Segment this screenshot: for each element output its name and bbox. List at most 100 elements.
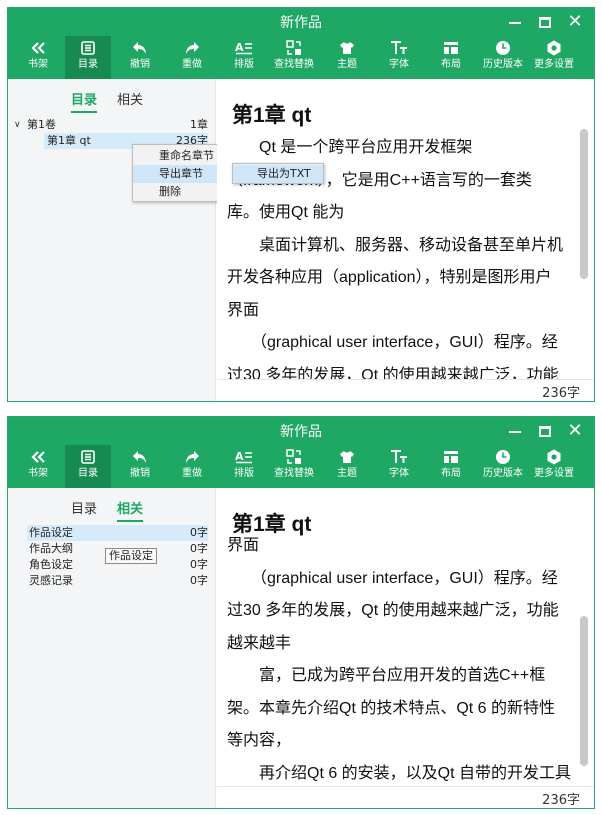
toolbar-typeset-button[interactable]: A 排版 bbox=[221, 36, 267, 79]
toolbar-find-replace-button[interactable]: 查找替换 bbox=[269, 36, 319, 79]
toolbar-undo-label: 撤销 bbox=[130, 59, 150, 70]
layout-icon bbox=[428, 36, 474, 58]
related-item[interactable]: 作品设定 0字 bbox=[27, 525, 208, 541]
tab-toc[interactable]: 目录 bbox=[71, 91, 98, 113]
minimize-icon bbox=[509, 430, 521, 433]
toolbar-undo-button[interactable]: 撤销 bbox=[117, 36, 163, 79]
toolbar-find-replace-label: 查找替换 bbox=[274, 59, 314, 70]
word-count: 236字 bbox=[542, 386, 580, 401]
chapter-title: 第1章 qt bbox=[232, 104, 312, 127]
tab-related[interactable]: 相关 bbox=[117, 91, 143, 113]
editor-scrollbar[interactable] bbox=[580, 129, 588, 279]
volume-count: 1章 bbox=[190, 118, 208, 131]
text-line: 开发各种应用（application），特别是图形用户 bbox=[227, 269, 552, 286]
toolbar-font-button[interactable]: 字体 bbox=[376, 445, 422, 488]
text-line: 界面 bbox=[227, 301, 260, 319]
editor-window-toc: 新作品 ✕ 书架 目录 撤销 重做 A 排版 查找替换 主题 字体 布局 历史版本 更多设置 目录 相… bbox=[7, 7, 595, 402]
toolbar-toc-button[interactable]: 目录 bbox=[65, 36, 111, 79]
toolbar-redo-button[interactable]: 重做 bbox=[169, 36, 215, 79]
redo-icon bbox=[169, 36, 215, 58]
tab-related[interactable]: 相关 bbox=[117, 500, 144, 522]
tree-volume[interactable]: ∨ 第1卷 1章 bbox=[8, 117, 208, 133]
close-icon: ✕ bbox=[567, 420, 583, 441]
minimize-button[interactable] bbox=[502, 10, 528, 34]
editor-pane[interactable]: 第1章 qt 界面 （graphical user interface，GUI）… bbox=[217, 488, 594, 808]
gear-icon bbox=[529, 36, 579, 58]
related-item-label: 角色设定 bbox=[29, 558, 73, 571]
sidebar: 目录 相关 ∨ 第1卷 1章 第1章 qt 236字 重命名章节 导出章节▶ 删… bbox=[8, 79, 324, 401]
svg-text:A: A bbox=[235, 41, 244, 54]
toolbar-toc-button[interactable]: 目录 bbox=[65, 445, 111, 488]
text-line: 越来越丰 bbox=[227, 634, 292, 652]
shirt-icon bbox=[324, 36, 370, 58]
toolbar-theme-label: 主题 bbox=[337, 468, 357, 479]
toolbar-font-button[interactable]: 字体 bbox=[376, 36, 422, 79]
toolbar-layout-label: 布局 bbox=[441, 468, 461, 479]
toolbar-layout-button[interactable]: 布局 bbox=[428, 445, 474, 488]
find-replace-icon bbox=[269, 445, 319, 467]
text-line: （graphical user interface，GUI）程序。经 bbox=[227, 334, 558, 351]
menu-item-export-txt-label: 导出为TXT bbox=[257, 167, 311, 180]
text-line: 等内容， bbox=[227, 732, 292, 749]
title-bar: 新作品 ✕ bbox=[8, 8, 594, 36]
status-bar: 236字 bbox=[217, 379, 594, 401]
related-item[interactable]: 灵感记录 0字 bbox=[27, 573, 208, 589]
toolbar-redo-button[interactable]: 重做 bbox=[169, 445, 215, 488]
toolbar-bookshelf-button[interactable]: 书架 bbox=[15, 445, 61, 488]
related-item-label: 作品大纲 bbox=[29, 542, 73, 555]
undo-icon bbox=[117, 445, 163, 467]
toolbar-history-button[interactable]: 历史版本 bbox=[478, 445, 528, 488]
close-button[interactable]: ✕ bbox=[562, 10, 588, 34]
word-count: 236字 bbox=[542, 793, 580, 808]
toolbar-bookshelf-label: 书架 bbox=[28, 468, 48, 479]
toolbar-undo-button[interactable]: 撤销 bbox=[117, 445, 163, 488]
typeset-icon: A bbox=[221, 36, 267, 58]
close-button[interactable]: ✕ bbox=[562, 419, 588, 443]
export-submenu: 导出为TXT bbox=[232, 163, 324, 184]
toolbar-find-replace-button[interactable]: 查找替换 bbox=[269, 445, 319, 488]
maximize-icon bbox=[539, 17, 551, 28]
toolbar-typeset-label: 排版 bbox=[234, 59, 254, 70]
toolbar-redo-label: 重做 bbox=[182, 468, 202, 479]
menu-item-export-label: 导出章节 bbox=[159, 167, 203, 180]
tooltip: 作品设定 bbox=[105, 548, 157, 564]
editor-window-related: 新作品 ✕ 书架 目录 撤销 重做 A 排版 查找替换 主题 字体 布局 历史版本 更多设置 目录 相… bbox=[7, 416, 595, 809]
related-item-count: 0字 bbox=[190, 574, 208, 587]
toolbar-history-button[interactable]: 历史版本 bbox=[478, 36, 528, 79]
undo-icon bbox=[117, 36, 163, 58]
shirt-icon bbox=[324, 445, 370, 467]
maximize-button[interactable] bbox=[532, 419, 558, 443]
toolbar-theme-button[interactable]: 主题 bbox=[324, 36, 370, 79]
toolbar-theme-button[interactable]: 主题 bbox=[324, 445, 370, 488]
clock-icon bbox=[478, 445, 528, 467]
toolbar-bookshelf-button[interactable]: 书架 bbox=[15, 36, 61, 79]
menu-item-rename-label: 重命名章节 bbox=[159, 149, 214, 162]
toolbar-font-label: 字体 bbox=[389, 59, 409, 70]
chapter-label: 第1章 qt bbox=[47, 134, 91, 147]
maximize-button[interactable] bbox=[532, 10, 558, 34]
minimize-button[interactable] bbox=[502, 419, 528, 443]
toolbar-toc-label: 目录 bbox=[78, 59, 98, 70]
editor-text[interactable]: 界面 （graphical user interface，GUI）程序。经 过30… bbox=[227, 530, 582, 790]
list-icon bbox=[65, 36, 111, 58]
text-line: （graphical user interface，GUI）程序。经 bbox=[227, 569, 558, 587]
sidebar: 目录 相关 作品设定 0字 作品大纲 0字 角色设定 0字 灵感记录 0字 作品… bbox=[8, 488, 216, 808]
expand-caret-icon[interactable]: ∨ bbox=[14, 117, 21, 133]
menu-item-export-txt[interactable]: 导出为TXT bbox=[233, 165, 323, 183]
related-item-label: 灵感记录 bbox=[29, 574, 73, 587]
toolbar-settings-button[interactable]: 更多设置 bbox=[529, 36, 579, 79]
sidebar-tabs: 目录 相关 bbox=[8, 500, 216, 522]
tab-toc[interactable]: 目录 bbox=[71, 500, 97, 522]
sidebar-tabs: 目录 相关 bbox=[8, 91, 216, 113]
toolbar-settings-button[interactable]: 更多设置 bbox=[529, 445, 579, 488]
toolbar-typeset-label: 排版 bbox=[234, 468, 254, 479]
redo-icon bbox=[169, 445, 215, 467]
list-icon bbox=[65, 445, 111, 467]
text-line: 过30 多年的发展，Qt 的使用越来越广泛，功能 bbox=[227, 602, 559, 619]
editor-pane[interactable]: 第1章 qt Qt 是一个跨平台应用开发框架 （framework），它是用C++… bbox=[217, 79, 594, 401]
toolbar-typeset-button[interactable]: A 排版 bbox=[221, 445, 267, 488]
toolbar-layout-button[interactable]: 布局 bbox=[428, 36, 474, 79]
editor-scrollbar[interactable] bbox=[580, 616, 588, 766]
layout-icon bbox=[428, 445, 474, 467]
text-line: 架。本章先介绍Qt 的技术特点、Qt 6 的新特性 bbox=[227, 699, 556, 717]
